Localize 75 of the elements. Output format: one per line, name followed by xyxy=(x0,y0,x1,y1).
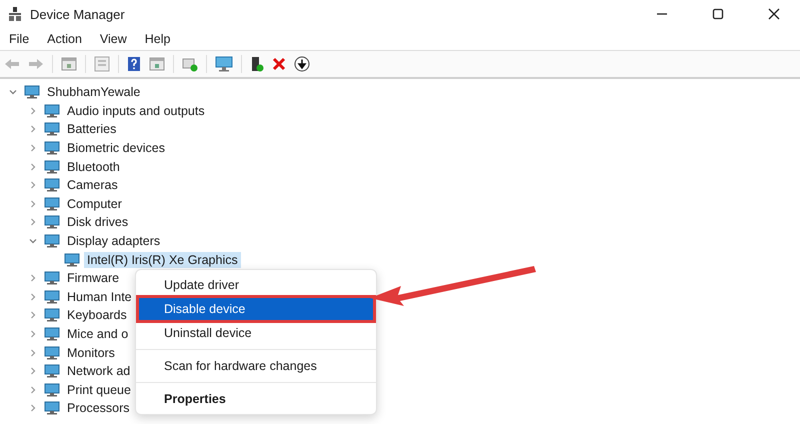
update-icon[interactable] xyxy=(182,56,198,72)
tree-item[interactable]: Disk drives xyxy=(64,214,132,230)
device-icon xyxy=(44,196,60,211)
expand-icon[interactable] xyxy=(28,198,38,209)
download-icon[interactable] xyxy=(294,56,310,72)
menu-item[interactable]: Help xyxy=(144,32,170,46)
expand-icon[interactable] xyxy=(28,180,38,190)
tree-item[interactable]: Monitors xyxy=(64,344,118,361)
device-icon xyxy=(44,346,60,360)
tree-item[interactable]: Batteries xyxy=(64,121,120,138)
monitor-icon[interactable] xyxy=(215,56,233,72)
tree-item[interactable]: Keyboards xyxy=(64,307,130,324)
tree-item[interactable]: Audio inputs and outputs xyxy=(64,102,208,119)
tree-item[interactable]: Biometric devices xyxy=(64,140,168,156)
menu-option[interactable]: Properties xyxy=(136,388,376,410)
expand-icon[interactable] xyxy=(28,162,38,172)
delete-icon[interactable] xyxy=(272,57,286,71)
app-icon xyxy=(8,7,22,21)
close-icon[interactable] xyxy=(768,8,780,20)
add-device-icon[interactable] xyxy=(250,56,264,72)
menu-option[interactable]: Update driver xyxy=(136,274,376,296)
device-icon xyxy=(44,290,60,304)
expand-icon[interactable] xyxy=(28,143,38,154)
tree-item[interactable]: Mice and o xyxy=(64,326,132,342)
tree-item[interactable]: Print queue xyxy=(64,382,134,398)
expand-icon[interactable] xyxy=(28,310,38,320)
tree-item[interactable]: Firmware xyxy=(64,270,122,286)
tree-item[interactable]: Processors xyxy=(64,400,133,416)
expand-icon[interactable] xyxy=(28,366,38,376)
menu-option[interactable]: Uninstall device xyxy=(136,322,376,344)
window-title: Device Manager xyxy=(30,6,125,22)
device-icon xyxy=(44,401,60,416)
help-icon[interactable] xyxy=(127,56,141,72)
tree-item[interactable]: Human Inte xyxy=(64,288,135,305)
tree-item[interactable]: ShubhamYewale xyxy=(44,84,144,100)
forward-icon[interactable] xyxy=(28,57,44,71)
menu-item[interactable]: View xyxy=(100,32,127,46)
expand-icon[interactable] xyxy=(28,124,38,134)
device-icon xyxy=(44,382,60,397)
maximize-icon[interactable] xyxy=(712,8,724,20)
expand-icon[interactable] xyxy=(28,403,38,414)
device-icon xyxy=(44,271,60,286)
menu-option[interactable]: Disable device xyxy=(139,298,373,320)
device-icon xyxy=(44,364,60,378)
expand-icon[interactable] xyxy=(28,292,38,302)
device-icon xyxy=(44,178,60,192)
tree-item[interactable]: Cameras xyxy=(64,177,121,194)
device-icon xyxy=(44,215,60,230)
device-icon xyxy=(64,252,80,267)
window-icon[interactable] xyxy=(61,57,77,71)
expand-icon[interactable] xyxy=(28,348,38,358)
device-icon xyxy=(44,160,60,174)
device-icon xyxy=(44,141,60,156)
device-icon xyxy=(44,308,60,322)
device-icon xyxy=(44,104,60,118)
tree-item[interactable]: Intel(R) Iris(R) Xe Graphics xyxy=(84,252,241,268)
tree-item[interactable]: Bluetooth xyxy=(64,158,123,175)
tree-item[interactable]: Display adapters xyxy=(64,233,164,250)
expand-icon[interactable] xyxy=(28,384,38,395)
expand-icon[interactable] xyxy=(28,217,38,228)
menu-item[interactable]: Action xyxy=(47,32,82,46)
window-icon[interactable] xyxy=(149,57,165,71)
device-icon xyxy=(44,234,60,248)
menu-option[interactable]: Scan for hardware changes xyxy=(136,355,376,377)
menu-item[interactable]: File xyxy=(9,32,30,46)
expand-icon[interactable] xyxy=(28,106,38,116)
device-icon xyxy=(44,327,60,342)
back-icon[interactable] xyxy=(4,57,20,71)
device-icon xyxy=(24,85,40,100)
properties-icon[interactable] xyxy=(94,56,110,72)
expand-icon[interactable] xyxy=(28,329,38,340)
tree-item[interactable]: Computer xyxy=(64,196,125,212)
device-icon xyxy=(44,122,60,136)
tree-item[interactable]: Network ad xyxy=(64,363,134,380)
expand-icon[interactable] xyxy=(28,273,38,284)
